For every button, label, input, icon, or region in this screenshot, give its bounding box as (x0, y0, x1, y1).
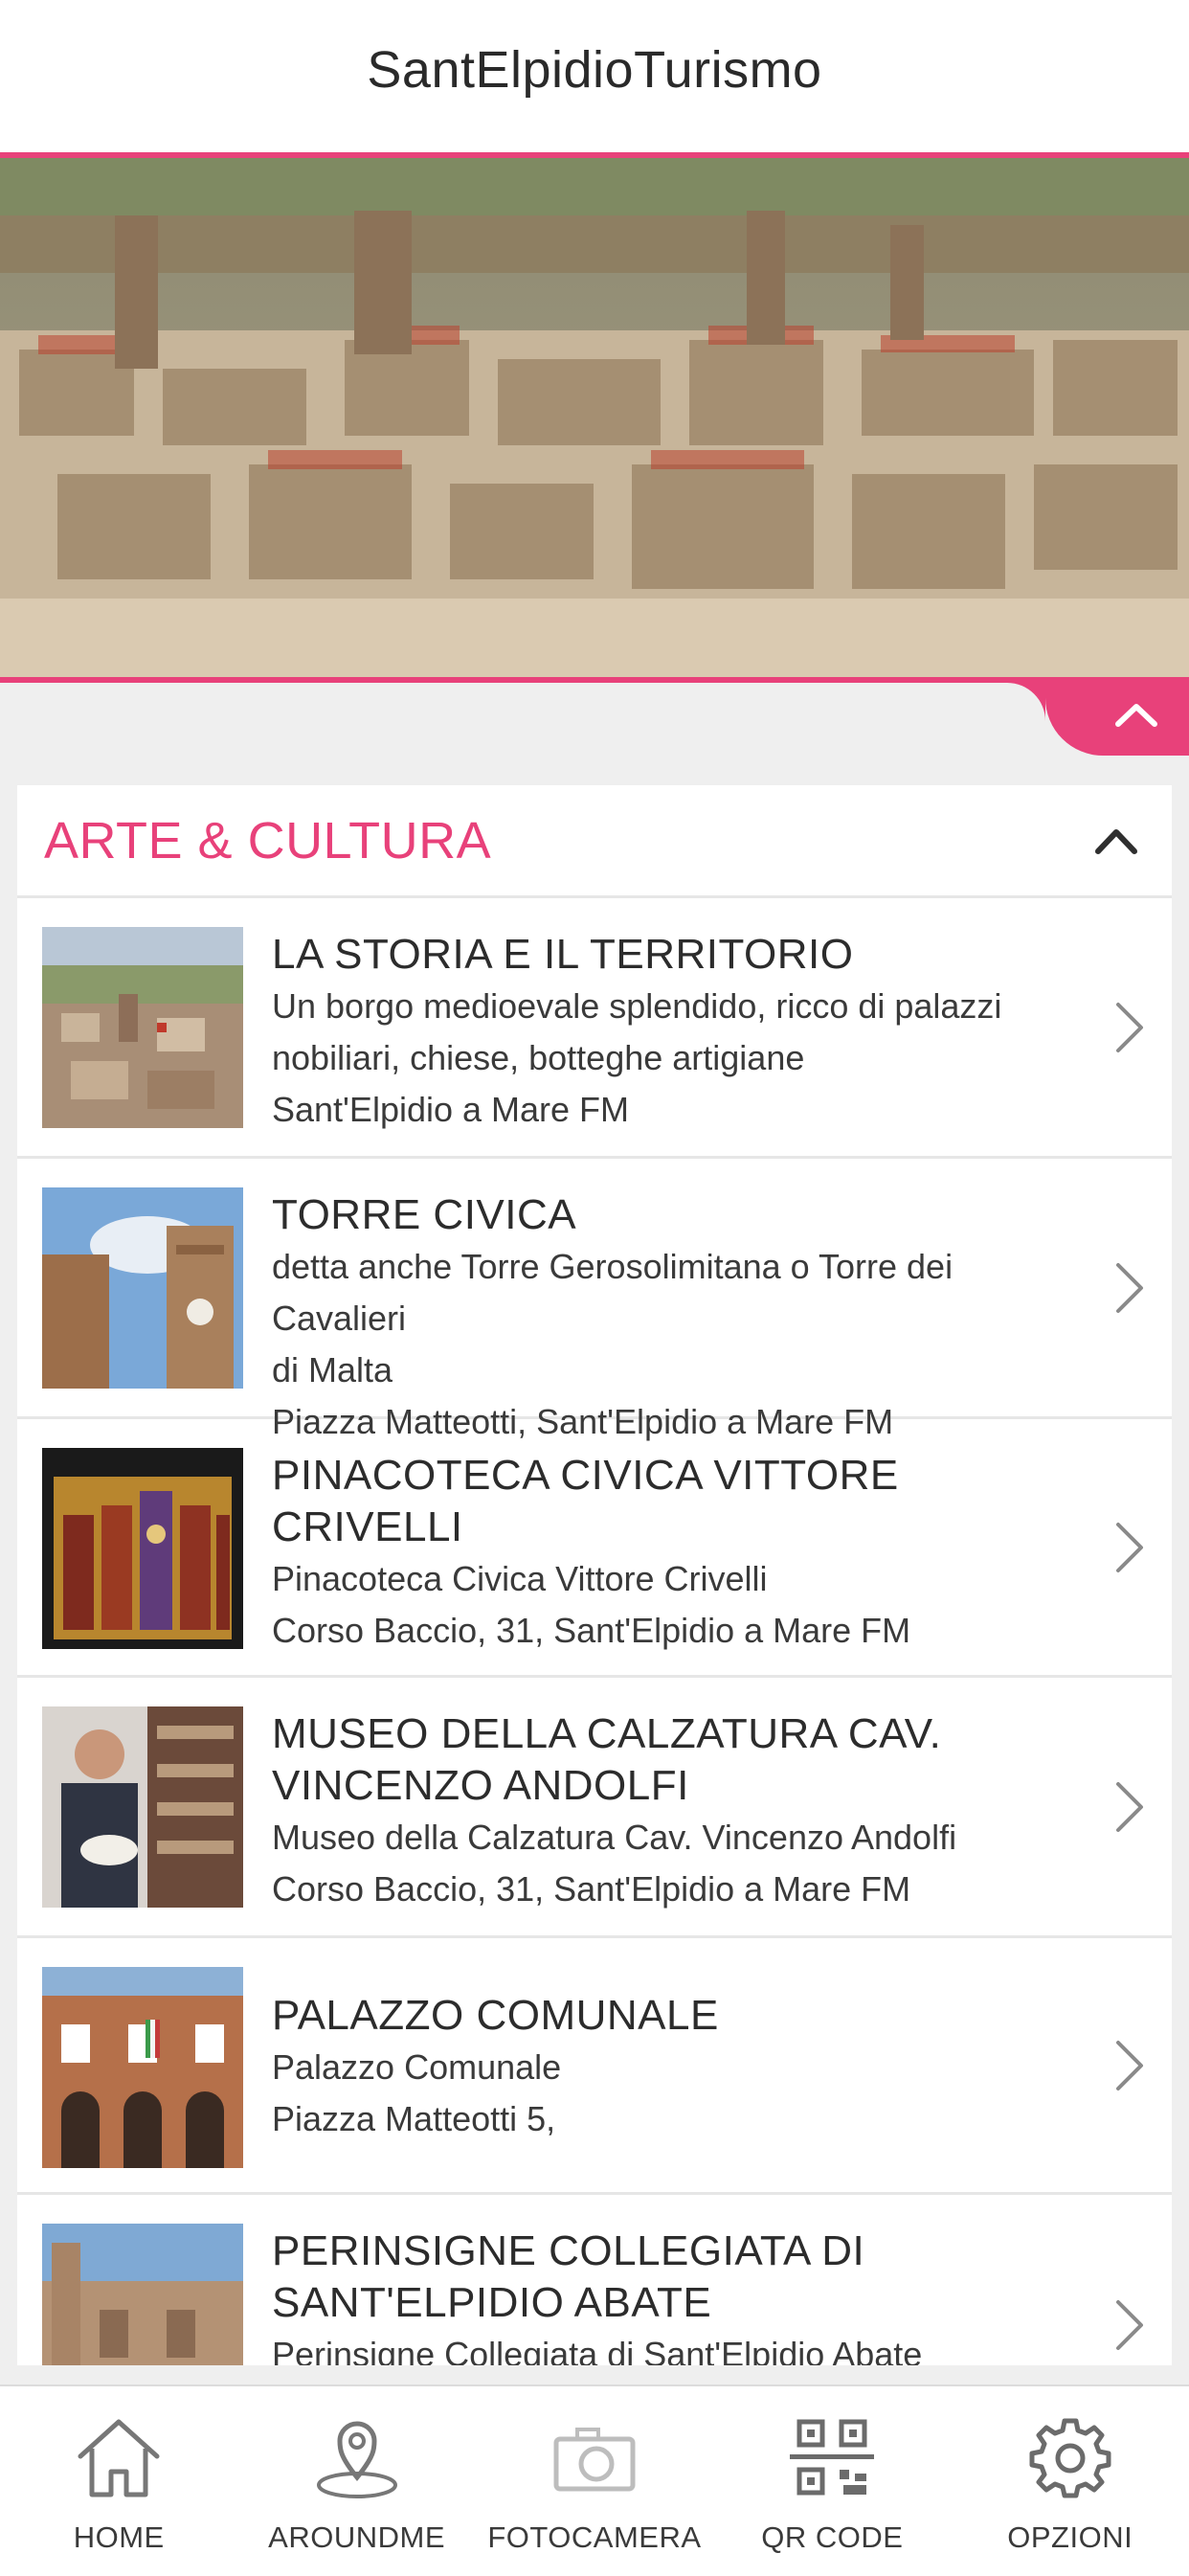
nav-label: FOTOCAMERA (487, 2520, 702, 2554)
chevron-right-icon (1116, 1781, 1143, 1832)
qr-code-icon (779, 2409, 885, 2505)
nav-aroundme[interactable]: AROUNDME (247, 2386, 467, 2555)
item-title: TORRE CIVICA (272, 1191, 577, 1238)
item-description: di Malta (272, 1350, 393, 1390)
chevron-right-icon (1116, 2300, 1143, 2350)
category-panel: ARTE & CULTURA LA STORIA E IL TERRITORIO… (17, 785, 1172, 2365)
chevron-right-icon (1116, 1002, 1143, 1052)
nav-opzioni[interactable]: OPZIONI (960, 2386, 1180, 2555)
nav-label: QR CODE (761, 2520, 904, 2554)
list-item[interactable]: LA STORIA E IL TERRITORIO Un borgo medio… (17, 898, 1172, 1159)
item-title: PERINSIGNE COLLEGIATA DI SANT'ELPIDIO AB… (272, 2227, 865, 2326)
nav-home[interactable]: HOME (9, 2386, 229, 2555)
chevron-right-icon (1116, 1522, 1143, 1572)
item-description: detta anche Torre Gerosolimitana o Torre… (272, 1247, 953, 1338)
item-description: Pinacoteca Civica Vittore Crivelli (272, 1559, 768, 1598)
item-thumbnail (42, 1706, 243, 1908)
app-header: SantElpidioTurismo (0, 0, 1189, 158)
chevron-up-icon[interactable] (1088, 812, 1145, 870)
item-thumbnail (42, 2224, 243, 2365)
chevron-right-icon (1116, 1262, 1143, 1313)
chevron-up-icon (1115, 704, 1157, 727)
item-thumbnail (42, 1448, 243, 1649)
chevron-right-icon (1116, 2040, 1143, 2090)
list-item[interactable]: PERINSIGNE COLLEGIATA DI SANT'ELPIDIO AB… (17, 2195, 1172, 2365)
item-thumbnail (42, 927, 243, 1128)
item-title: PALAZZO COMUNALE (272, 1992, 719, 2039)
list-item[interactable]: TORRE CIVICA detta anche Torre Gerosolim… (17, 1159, 1172, 1441)
item-description: nobiliari, chiese, botteghe artigiane (272, 1038, 805, 1077)
nav-label: HOME (73, 2520, 165, 2554)
nav-label: AROUNDME (268, 2520, 445, 2554)
nav-label: OPZIONI (1007, 2520, 1133, 2554)
camera-icon (542, 2409, 647, 2505)
section-title: ARTE & CULTURA (44, 811, 492, 870)
nav-qrcode[interactable]: QR CODE (722, 2386, 942, 2555)
app-title: SantElpidioTurismo (367, 40, 822, 99)
item-description: Un borgo medioevale splendido, ricco di … (272, 986, 1002, 1026)
item-address: Sant'Elpidio a Mare FM (272, 1090, 630, 1129)
bottom-navigation: HOME AROUNDME FOTOCAMERA QR CODE OPZIONI (0, 2384, 1189, 2576)
item-title: LA STORIA E IL TERRITORIO (272, 931, 854, 978)
item-address: Corso Baccio, 31, Sant'Elpidio a Mare FM (272, 1869, 911, 1909)
item-description: Perinsigne Collegiata di Sant'Elpidio Ab… (272, 2335, 923, 2365)
section-header[interactable]: ARTE & CULTURA (17, 785, 1172, 898)
gear-icon (1018, 2409, 1123, 2505)
nav-fotocamera[interactable]: FOTOCAMERA (484, 2386, 705, 2555)
home-icon (66, 2409, 171, 2505)
item-address: Piazza Matteotti 5, (272, 2099, 556, 2138)
list-item[interactable]: MUSEO DELLA CALZATURA CAV. VINCENZO ANDO… (17, 1678, 1172, 1938)
item-thumbnail (42, 1187, 243, 1389)
item-title: MUSEO DELLA CALZATURA CAV. VINCENZO ANDO… (272, 1710, 942, 1809)
item-address: Corso Baccio, 31, Sant'Elpidio a Mare FM (272, 1611, 911, 1650)
item-description: Palazzo Comunale (272, 2047, 562, 2087)
item-thumbnail (42, 1967, 243, 2168)
location-pin-icon (304, 2409, 410, 2505)
collapse-hero-button[interactable] (1007, 683, 1189, 756)
list-item[interactable]: PINACOTECA CIVICA VITTORE CRIVELLI Pinac… (17, 1419, 1172, 1678)
item-description: Museo della Calzatura Cav. Vincenzo Ando… (272, 1818, 957, 1857)
list-item[interactable]: PALAZZO COMUNALE Palazzo Comunale Piazza… (17, 1938, 1172, 2195)
item-title: PINACOTECA CIVICA VITTORE CRIVELLI (272, 1452, 899, 1550)
hero-image (0, 158, 1189, 683)
